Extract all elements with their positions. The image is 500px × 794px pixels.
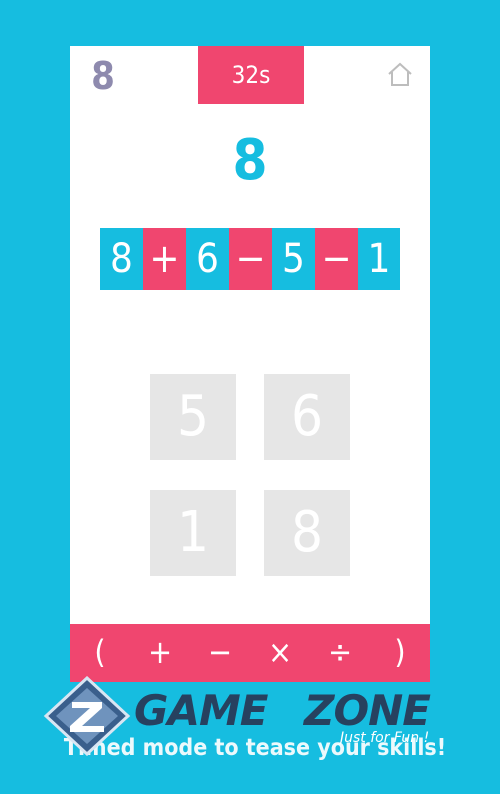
multiply-button[interactable]: ×	[258, 624, 302, 682]
target-number: 8	[232, 128, 268, 193]
gamezone-logo: GAME ZONE Just for Fun !	[42, 676, 462, 756]
equation-tile: 6	[186, 228, 229, 290]
number-card[interactable]: 5	[150, 374, 236, 460]
logo-word-zone: ZONE	[304, 686, 431, 735]
operator-bar: ( + − × ÷ )	[70, 624, 430, 682]
logo-tagline: Just for Fun !	[340, 730, 430, 746]
equation-tile: +	[143, 228, 186, 290]
number-card[interactable]: 6	[264, 374, 350, 460]
equation-tile: 5	[272, 228, 315, 290]
number-card[interactable]: 8	[264, 490, 350, 576]
equation-tile: −	[315, 228, 358, 290]
plus-button[interactable]: +	[138, 624, 182, 682]
minus-button[interactable]: −	[198, 624, 242, 682]
equation: 8 + 6 − 5 − 1	[100, 228, 400, 290]
open-paren-button[interactable]: (	[78, 624, 122, 682]
timer: 32s	[198, 46, 304, 104]
close-paren-button[interactable]: )	[378, 624, 422, 682]
divide-button[interactable]: ÷	[318, 624, 362, 682]
number-card[interactable]: 1	[150, 490, 236, 576]
equation-tile: −	[229, 228, 272, 290]
score: 8	[91, 54, 115, 98]
equation-tile: 8	[100, 228, 143, 290]
home-button[interactable]	[386, 60, 414, 88]
home-icon	[388, 62, 412, 86]
gamezone-logo-mark	[43, 676, 131, 756]
equation-tile: 1	[358, 228, 400, 290]
logo-word-game: GAME	[134, 686, 268, 735]
